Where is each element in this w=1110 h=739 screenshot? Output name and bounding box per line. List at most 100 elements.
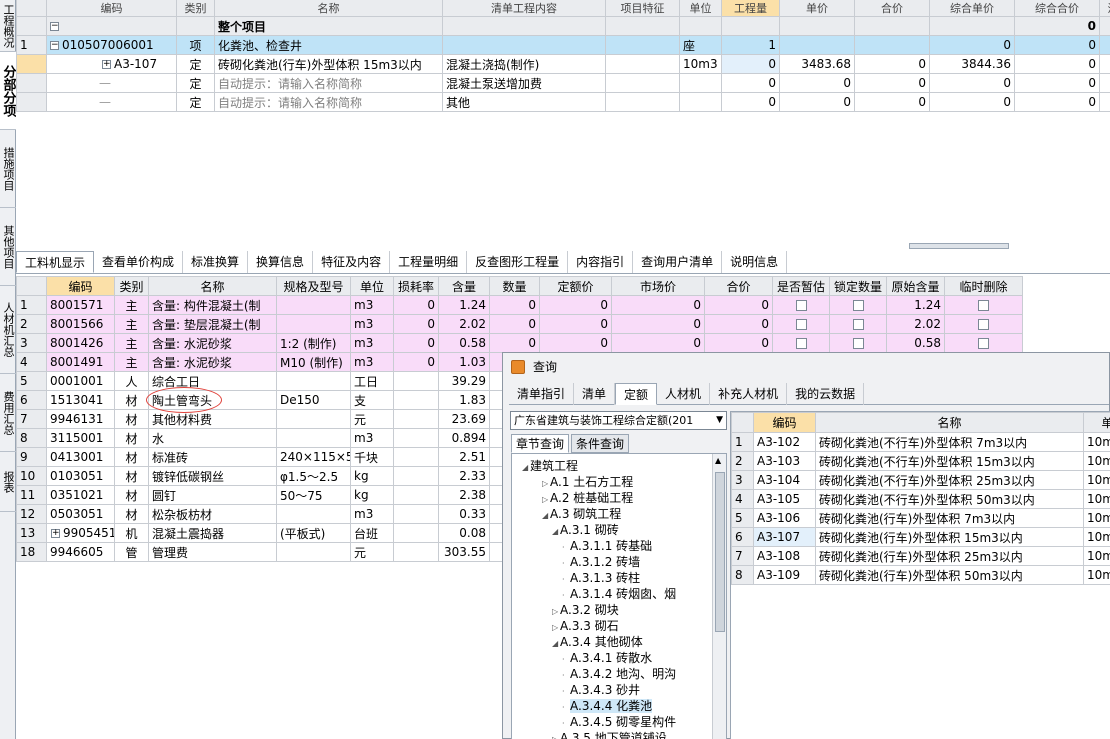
tree-node[interactable]: · A.3.4.3 砂井 [562,682,640,698]
tab-unit-price[interactable]: 查看单价构成 [94,251,184,273]
vtab-sections[interactable]: 分部分项 [0,52,16,130]
delete-checkbox[interactable] [978,319,989,330]
col-price-header[interactable]: 单价 [779,0,855,17]
res-col-name[interactable]: 名称 [148,276,277,296]
res-col-lock[interactable]: 锁定数量 [829,276,887,296]
tree-node[interactable]: · A.3.1.1 砖基础 [562,538,652,554]
lock-checkbox[interactable] [852,300,864,311]
results-col-name[interactable]: 名称 [815,412,1084,433]
tree-scrollbar[interactable]: ▲ [712,454,726,739]
delete-checkbox[interactable] [978,300,989,311]
quota-library-select[interactable]: 广东省建筑与装饰工程综合定额(201 ▼ [510,411,727,430]
tree-node[interactable]: · A.3.1.3 砖柱 [562,570,640,586]
table-row[interactable]: + A3-107 定 砖砌化粪池(行车)外型体积 15m3以内 混凝土浇捣(制作)… [16,54,1110,74]
query-titlebar[interactable]: 查询 [503,353,1109,381]
tab-graphic-quantity[interactable]: 反查图形工程量 [467,251,569,273]
qtab-quota[interactable]: 定额 [615,383,658,405]
result-row[interactable]: 4A3-105砖砌化粪池(不行车)外型体积 50m3以内10m3 [731,489,1110,509]
expand-arrow-icon[interactable]: ▷ [552,732,560,739]
vtab-other-items[interactable]: 其他项目 [0,208,16,286]
vtab-reports[interactable]: 报表 [0,452,16,512]
vtab-cost-summary[interactable]: 费用汇总 [0,374,16,452]
collapse-arrow-icon[interactable]: ◢ [522,460,530,476]
col-comp-price-header[interactable]: 综合单价 [929,0,1015,17]
col-unit-header[interactable]: 单位 [679,0,722,17]
table-row[interactable]: — 定 自动提示：请输入名称简称 其他 0 0 0 0 0 [16,92,1110,112]
collapse-project-cell[interactable]: − [46,16,177,36]
tree-node[interactable]: ▷A.3.5 地下管道铺设 [552,730,667,739]
subtab-condition-search[interactable]: 条件查询 [571,434,630,453]
tree-scroll-thumb[interactable] [715,472,725,632]
col-amount-header[interactable]: 合价 [854,0,930,17]
col-comp-amount-header[interactable]: 综合合价 [1014,0,1100,17]
result-row[interactable]: 8A3-109砖砌化粪池(行车)外型体积 50m3以内10m3 [731,565,1110,585]
collapse-arrow-icon[interactable]: ◢ [552,636,560,652]
estimate-checkbox[interactable] [795,300,807,311]
expand-icon[interactable]: + [51,529,60,538]
tab-conversion-info[interactable]: 换算信息 [248,251,314,273]
tree-node[interactable]: ◢ A.3.4 其他砌体 [552,634,643,650]
resource-row[interactable]: 3 8001426 主含量: 水泥砂浆 1:2 (制作) m3 0 0.58 0 0 0 0 0.58 [16,333,1023,353]
results-col-code[interactable]: 编码 [753,412,816,433]
result-row[interactable]: 1A3-102砖砌化粪池(不行车)外型体积 7m3以内10m3 [731,432,1110,452]
res-col-delete[interactable]: 临时删除 [944,276,1023,296]
tab-standard-conversion[interactable]: 标准换算 [183,251,249,273]
qtab-cloud-data[interactable]: 我的云数据 [787,383,865,405]
resource-row[interactable]: 1 8001571 主含量: 构件混凝土(制 m3 0 1.24 0 0 0 0 1.24 [16,295,1023,315]
subtab-chapter-search[interactable]: 章节查询 [511,434,570,453]
results-col-unit[interactable]: 单 [1083,412,1110,433]
col-content-header[interactable]: 清单工程内容 [442,0,606,17]
res-col-market[interactable]: 市场价 [611,276,705,296]
col-qty-header[interactable]: 工程量 [721,0,780,17]
tree-node[interactable]: · A.3.4.1 砖散水 [562,650,652,666]
tab-notes[interactable]: 说明信息 [722,251,788,273]
table-row[interactable]: — 定 自动提示：请输入名称简称 混凝土泵送增加费 0 0 0 0 0 [16,73,1110,93]
tree-node[interactable]: · A.3.4.5 砌零星构件 [562,714,676,730]
tree-node[interactable]: ◢ 建筑工程 [522,458,578,474]
qtab-list[interactable]: 清单 [574,383,616,405]
collapse-arrow-icon[interactable]: ◢ [552,524,560,540]
tree-node[interactable]: · A.3.4.2 地沟、明沟 [562,666,676,682]
res-col-type[interactable]: 类别 [114,276,149,296]
col-type-header[interactable]: 类别 [176,0,215,17]
col-name-header[interactable]: 名称 [214,0,443,17]
res-col-unit[interactable]: 单位 [350,276,394,296]
res-col-base-price[interactable]: 定额价 [539,276,612,296]
project-total-row[interactable]: − 整个项目 0 [16,16,1110,36]
vtab-resource-summary[interactable]: 人材机汇总 [0,286,16,374]
res-col-amount[interactable]: 合价 [704,276,773,296]
result-row[interactable]: 2A3-103砖砌化粪池(不行车)外型体积 15m3以内10m3 [731,451,1110,471]
estimate-checkbox[interactable] [795,319,807,330]
res-col-code[interactable]: 编码 [46,276,115,296]
res-col-estimate[interactable]: 是否暂估 [772,276,830,296]
resource-row[interactable]: 2 8001566 主含量: 垫层混凝土(制 m3 0 2.02 0 0 0 0 2.02 [16,314,1023,334]
scroll-up-icon[interactable]: ▲ [715,456,721,465]
qtab-list-guide[interactable]: 清单指引 [509,383,575,405]
collapse-icon[interactable]: − [50,22,59,31]
tree-node[interactable]: ▷ A.3.3 砌石 [552,618,619,634]
tab-resources[interactable]: 工料机显示 [16,251,95,273]
col-extra-header[interactable]: 汇 [1099,0,1110,17]
tab-quantity-detail[interactable]: 工程量明细 [390,251,468,273]
estimate-checkbox[interactable] [795,338,807,349]
vtab-project-overview[interactable]: 工程概况 [0,0,16,52]
chevron-down-icon[interactable]: ▼ [716,412,723,429]
res-col-spec[interactable]: 规格及型号 [276,276,351,296]
expand-icon[interactable]: + [102,60,111,69]
tab-user-list[interactable]: 查询用户清单 [633,251,723,273]
qtab-resources[interactable]: 人材机 [657,383,711,405]
delete-checkbox[interactable] [978,338,989,349]
lock-checkbox[interactable] [852,319,864,330]
collapse-arrow-icon[interactable]: ◢ [542,508,550,524]
result-row[interactable]: 3A3-104砖砌化粪池(不行车)外型体积 25m3以内10m3 [731,470,1110,490]
tree-node[interactable]: ▷ A.1 土石方工程 [542,474,633,490]
collapse-icon[interactable]: − [50,41,59,50]
res-col-loss[interactable]: 损耗率 [393,276,439,296]
tree-node[interactable]: ◢ A.3 砌筑工程 [542,506,621,522]
res-col-content[interactable]: 含量 [438,276,490,296]
tree-node[interactable]: ▷ A.3.2 砌块 [552,602,619,618]
result-row[interactable]: 6A3-107砖砌化粪池(行车)外型体积 15m3以内10m3 [731,527,1110,547]
res-col-orig[interactable]: 原始含量 [886,276,945,296]
tab-features[interactable]: 特征及内容 [313,251,391,273]
tab-content-guide[interactable]: 内容指引 [568,251,634,273]
